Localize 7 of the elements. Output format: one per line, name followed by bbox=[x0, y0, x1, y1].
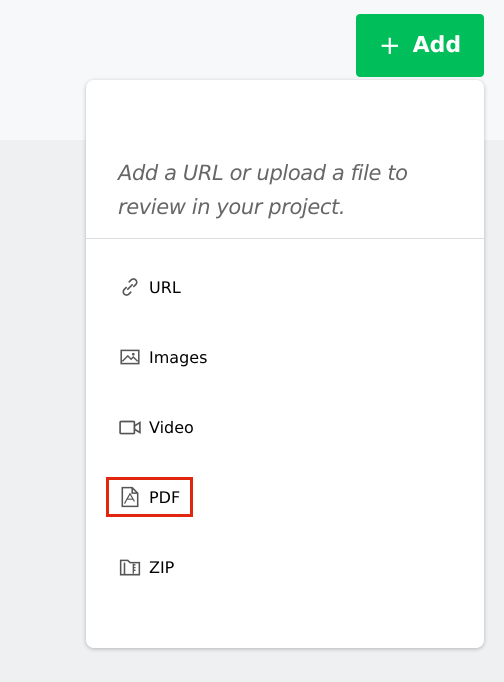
menu-item[interactable]: Images bbox=[106, 337, 220, 377]
menu-description: Add a URL or upload a file to review in your project. bbox=[86, 80, 484, 239]
menu-item[interactable]: URL bbox=[106, 267, 194, 307]
menu-item[interactable]: PDF bbox=[106, 477, 194, 517]
pdf-file-icon bbox=[119, 486, 141, 508]
menu-item[interactable]: ZIP bbox=[106, 547, 188, 587]
menu-item[interactable]: Video bbox=[106, 407, 207, 447]
